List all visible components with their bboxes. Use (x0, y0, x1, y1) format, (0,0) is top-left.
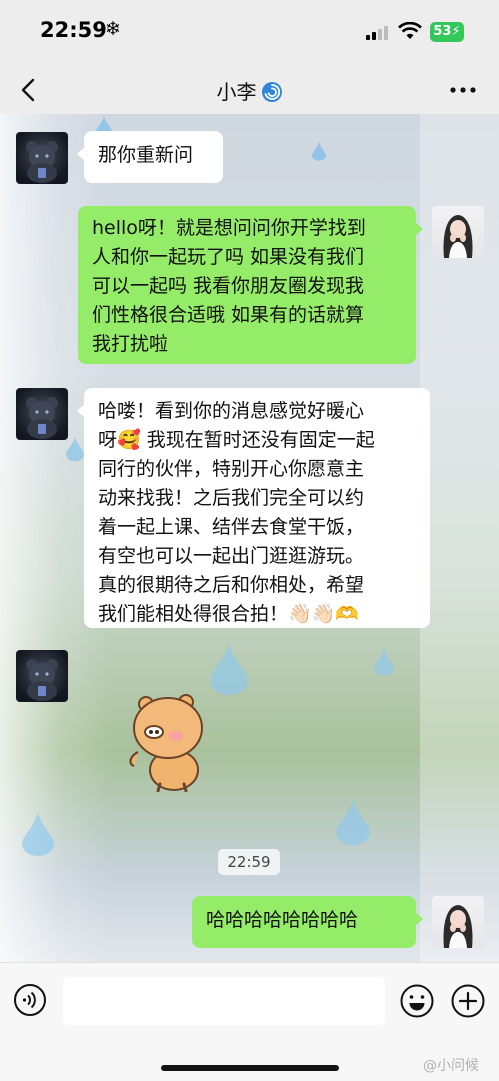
chat-title: 小李 (0, 76, 499, 105)
raindrop-icon (336, 798, 370, 846)
contact-avatar[interactable] (16, 132, 68, 184)
chat-title-text: 小李 (216, 80, 257, 104)
my-avatar[interactable] (432, 206, 484, 258)
nav-bar: 小李 (0, 66, 499, 114)
message-input[interactable] (63, 977, 385, 1025)
message-text-line: 动来找我！之后我们完全可以约 (98, 487, 365, 509)
message-text-line: 可以一起吗 我看你朋友圈发现我 (92, 275, 365, 297)
girl-avatar-icon (443, 215, 473, 258)
message-bubble-received[interactable]: 那你重新问 (77, 131, 223, 183)
message-text-line: 真的很期待之后和你相处，希望 (98, 574, 365, 596)
message-bubble-sent[interactable]: 哈哈哈哈哈哈哈哈 (192, 896, 423, 948)
message-bubble-received[interactable]: 哈喽！看到你的消息感觉好暖心 呀🥰 我现在暂时还没有固定一起 同行的伙伴，特别开… (77, 388, 430, 628)
home-indicator[interactable] (161, 1065, 339, 1071)
message-text: 那你重新问 (98, 144, 194, 166)
bear-avatar-icon (26, 141, 58, 183)
battery-level: 53 (433, 24, 452, 39)
message-text-line: 们性格很合适哦 如果有的话就算 (92, 304, 365, 326)
input-bar: @小问候 (0, 962, 499, 1081)
message-text-line: hello呀！就是想问问你开学找到 (92, 217, 366, 239)
message-bubble-sent[interactable]: hello呀！就是想问问你开学找到 人和你一起玩了吗 如果没有我们 可以一起吗 … (78, 206, 423, 364)
contact-avatar[interactable] (16, 388, 68, 440)
message-text-line: 同行的伙伴，特别开心你愿意主 (98, 458, 365, 480)
message-text-line: 我打扰啦 (92, 333, 169, 355)
plus-icon[interactable] (450, 983, 486, 1019)
more-options-icon[interactable] (446, 76, 480, 104)
wifi-icon (398, 22, 422, 39)
girl-avatar-icon (443, 905, 473, 948)
message-timestamp: 22:59 (218, 849, 280, 875)
message-text: 哈哈哈哈哈哈哈哈 (206, 909, 359, 931)
raindrop-icon (22, 812, 54, 856)
contact-avatar[interactable] (16, 650, 68, 702)
message-text-line: 我们能相处得很合拍！👋🏻👋🏻🫶 (98, 603, 359, 625)
emoji-icon[interactable] (399, 983, 435, 1019)
cyclone-emoji-icon (261, 82, 282, 102)
snowflake-icon: ❄ (105, 18, 121, 40)
bear-sticker-icon[interactable] (126, 690, 210, 792)
watermark: @小问候 (423, 1058, 479, 1074)
status-time: 22:59 (40, 18, 107, 42)
raindrop-icon (312, 141, 326, 161)
raindrop-icon (66, 436, 84, 462)
battery-icon: 53⚡ (430, 22, 464, 42)
raindrop-icon (210, 642, 248, 696)
message-text-line: 人和你一起玩了吗 如果没有我们 (92, 246, 365, 268)
bear-avatar-icon (26, 659, 58, 701)
voice-input-icon[interactable] (13, 983, 47, 1017)
bear-avatar-icon (26, 397, 58, 439)
raindrop-icon (374, 648, 394, 676)
chat-area[interactable]: 那你重新问 hello呀！就是想问问你开学找到 人和你一起玩了吗 如果没有我们 … (0, 114, 499, 962)
my-avatar[interactable] (432, 896, 484, 948)
message-text-line: 哈喽！看到你的消息感觉好暖心 (98, 400, 365, 422)
status-bar: 22:59 ❄ 53⚡ (0, 0, 499, 66)
message-text-line: 呀🥰 我现在暂时还没有固定一起 (98, 429, 375, 451)
message-text-line: 着一起上课、结伴去食堂干饭， (98, 516, 365, 538)
message-text-line: 有空也可以一起出门逛逛游玩。 (98, 545, 365, 567)
cellular-signal-icon (366, 24, 390, 40)
